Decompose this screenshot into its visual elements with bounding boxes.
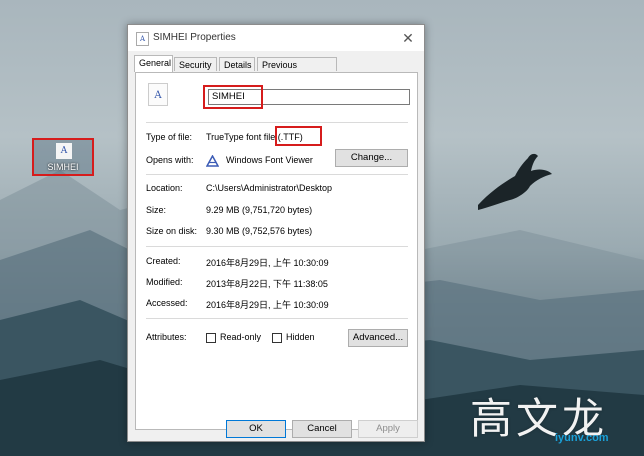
tab-previous-versions[interactable]: Previous Versions bbox=[257, 57, 337, 84]
size-on-disk-value: 9.30 MB (9,752,576 bytes) bbox=[206, 226, 313, 236]
title-bar[interactable]: A SIMHEI Properties ✕ bbox=[128, 25, 424, 51]
desktop-icon-label: SIMHEI bbox=[47, 162, 79, 172]
dialog-title: SIMHEI Properties bbox=[153, 32, 236, 43]
eagle-silhouette bbox=[478, 153, 552, 210]
accessed-value: 2016年8月29日, 上午 10:30:09 bbox=[206, 300, 329, 310]
properties-dialog: A SIMHEI Properties ✕ General Security D… bbox=[127, 24, 425, 442]
general-panel: A SIMHEI Type of file: TrueType font fil… bbox=[135, 72, 418, 430]
advanced-button[interactable]: Advanced... bbox=[348, 329, 408, 347]
type-label: Type of file: bbox=[146, 132, 193, 142]
created-value: 2016年8月29日, 上午 10:30:09 bbox=[206, 258, 329, 268]
location-label: Location: bbox=[146, 183, 183, 193]
location-value: C:\Users\Administrator\Desktop bbox=[206, 183, 333, 193]
watermark-site: iyunv.com bbox=[555, 432, 609, 444]
tab-general[interactable]: General bbox=[134, 55, 173, 72]
size-on-disk-label: Size on disk: bbox=[146, 226, 198, 236]
cancel-button[interactable]: Cancel bbox=[292, 420, 352, 438]
font-file-icon: A bbox=[136, 32, 149, 46]
tab-details[interactable]: Details bbox=[219, 57, 255, 71]
opens-with-value: Windows Font Viewer bbox=[226, 155, 313, 165]
modified-value: 2013年8月22日, 下午 11:38:05 bbox=[206, 279, 328, 289]
divider bbox=[146, 122, 408, 123]
divider bbox=[146, 246, 408, 247]
accessed-label: Accessed: bbox=[146, 298, 188, 308]
modified-label: Modified: bbox=[146, 277, 183, 287]
font-file-icon: A bbox=[148, 83, 168, 106]
apply-button[interactable]: Apply bbox=[358, 420, 418, 438]
close-icon[interactable]: ✕ bbox=[398, 28, 418, 48]
size-label: Size: bbox=[146, 205, 167, 215]
readonly-checkbox[interactable] bbox=[206, 333, 216, 343]
attributes-label: Attributes: bbox=[146, 332, 187, 342]
readonly-label[interactable]: Read-only bbox=[220, 332, 261, 342]
size-value: 9.29 MB (9,751,720 bytes) bbox=[206, 205, 313, 215]
hidden-checkbox[interactable] bbox=[272, 333, 282, 343]
created-label: Created: bbox=[146, 256, 181, 266]
ok-button[interactable]: OK bbox=[226, 420, 286, 438]
type-value-text: TrueType font file bbox=[206, 132, 276, 142]
hidden-label[interactable]: Hidden bbox=[286, 332, 315, 342]
divider bbox=[146, 318, 408, 319]
highlight-extension bbox=[275, 126, 322, 146]
tab-security[interactable]: Security bbox=[174, 57, 217, 71]
font-file-icon: A bbox=[56, 143, 72, 159]
change-button[interactable]: Change... bbox=[335, 149, 408, 167]
highlight-filename bbox=[203, 85, 263, 109]
opens-with-label: Opens with: bbox=[146, 155, 194, 165]
font-viewer-icon bbox=[206, 155, 219, 167]
desktop-file-simhei[interactable]: A SIMHEI bbox=[32, 138, 94, 176]
divider bbox=[146, 174, 408, 175]
